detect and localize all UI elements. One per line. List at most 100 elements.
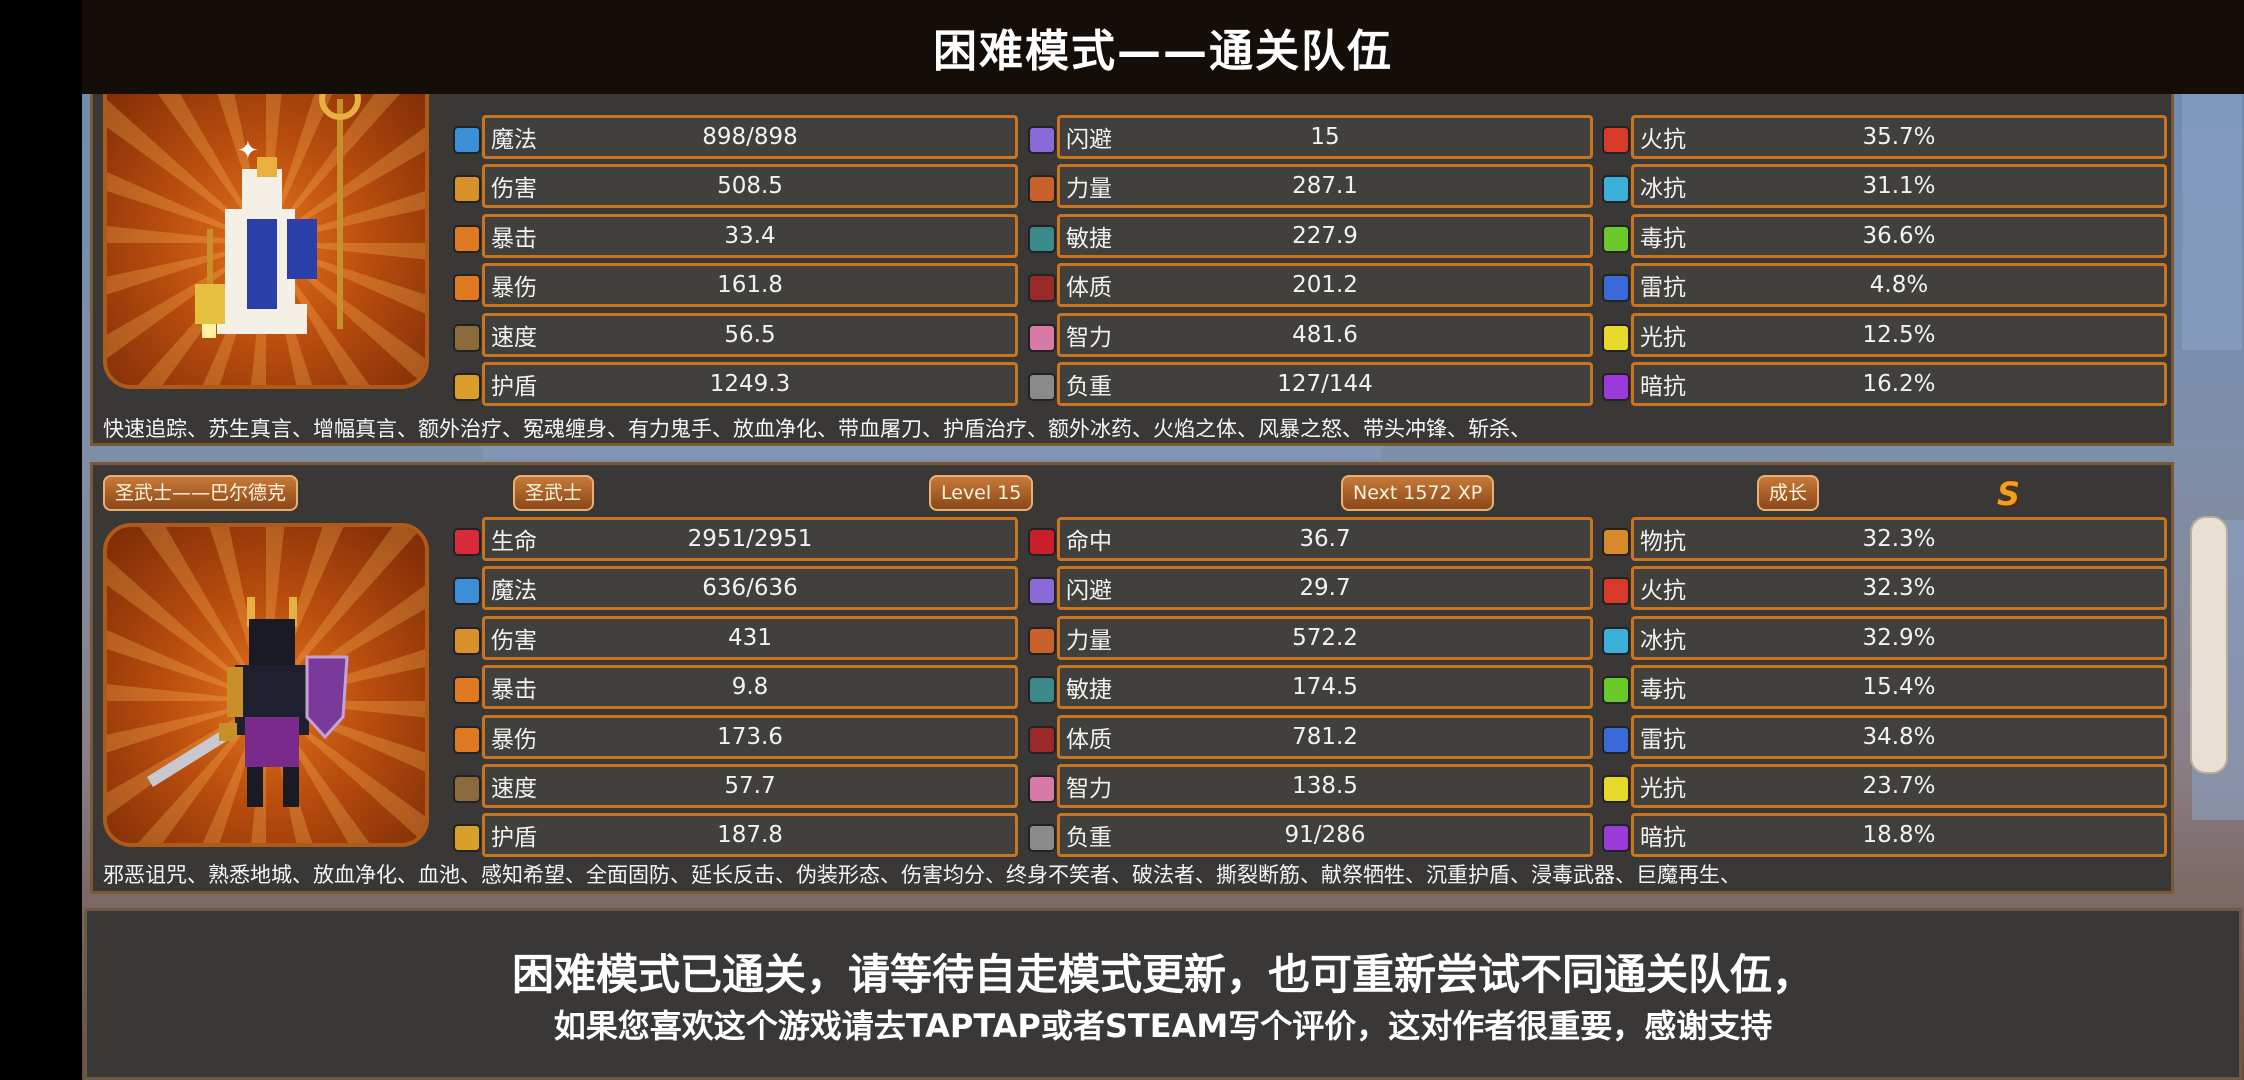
footer-message-box: 困难模式已通关，请等待自走模式更新，也可重新尝试不同通关队伍， 如果您喜欢这个游… — [84, 908, 2242, 1080]
strength-icon — [1028, 175, 1056, 204]
stat-row-agility[interactable]: 敏捷 174.5 — [1028, 665, 1593, 710]
stat-row-physical-resist[interactable]: 物抗 32.3% — [1602, 517, 2167, 561]
damage-icon — [453, 626, 481, 655]
stat-row-dodge[interactable]: 闪避 15 — [1028, 115, 1593, 159]
stat-value: 15.4% — [1862, 674, 1936, 701]
mana-icon — [453, 577, 481, 606]
agility-icon — [1028, 676, 1056, 705]
stat-row-crit-damage[interactable]: 暴伤 161.8 — [453, 263, 1018, 308]
hero-growth-tag[interactable]: 成长 — [1757, 475, 1820, 511]
stat-row-dark-resist[interactable]: 暗抗 16.2% — [1602, 362, 2167, 406]
stat-row-intelligence[interactable]: 智力 138.5 — [1028, 764, 1593, 808]
speed-icon — [453, 323, 481, 352]
hero-2-skills: 邪恶诅咒、熟悉地城、放血净化、血池、感知希望、全面固防、延长反击、伪装形态、伤害… — [103, 863, 1741, 887]
stat-row-strength[interactable]: 力量 287.1 — [1028, 164, 1593, 209]
stat-value: 16.2% — [1862, 371, 1936, 397]
stat-row-ice-resist[interactable]: 冰抗 31.1% — [1602, 164, 2167, 209]
stat-value: 201.2 — [1292, 272, 1358, 299]
stat-row-crit-damage[interactable]: 暴伤 173.6 — [453, 714, 1018, 759]
stat-row-thunder-resist[interactable]: 雷抗 34.8% — [1602, 714, 2167, 759]
scrollbar[interactable] — [2190, 516, 2228, 774]
stat-value: 36.6% — [1862, 222, 1936, 249]
stat-value: 508.5 — [717, 173, 783, 200]
dark-resist-icon — [1602, 824, 1630, 853]
ice-resist-icon — [1602, 626, 1630, 655]
stat-row-constitution[interactable]: 体质 781.2 — [1028, 714, 1593, 759]
stat-row-shield[interactable]: 护盾 187.8 — [453, 813, 1018, 858]
hero-class-tag[interactable]: 圣武士 — [513, 475, 595, 511]
intelligence-icon — [1028, 323, 1056, 352]
stat-value: 431 — [728, 624, 772, 651]
stat-row-weight[interactable]: 负重 91/286 — [1028, 813, 1593, 858]
stat-row-crit[interactable]: 暴击 33.4 — [453, 213, 1018, 258]
stat-row-poison-resist[interactable]: 毒抗 36.6% — [1602, 213, 2167, 258]
intelligence-icon — [1028, 775, 1056, 803]
shield-icon — [453, 373, 481, 401]
stat-row-damage[interactable]: 伤害 431 — [453, 615, 1018, 660]
stat-row-light-resist[interactable]: 光抗 12.5% — [1602, 312, 2167, 357]
stat-row-constitution[interactable]: 体质 201.2 — [1028, 263, 1593, 308]
dodge-icon — [1028, 126, 1056, 154]
weight-icon — [1028, 824, 1056, 853]
stat-row-ice-resist[interactable]: 冰抗 32.9% — [1602, 615, 2167, 660]
stat-value: 31.1% — [1862, 173, 1936, 200]
stat-value: 173.6 — [717, 723, 783, 750]
thunder-resist-icon — [1602, 274, 1630, 303]
stat-row-mana[interactable]: 魔法 898/898 — [453, 115, 1018, 159]
poison-resist-icon — [1602, 224, 1630, 253]
stat-value: 4.8% — [1869, 272, 1929, 299]
hero-name-tag[interactable]: 圣武士——巴尔德克 — [103, 475, 299, 511]
stat-row-speed[interactable]: 速度 57.7 — [453, 764, 1018, 808]
footer-line-2: 如果您喜欢这个游戏请去TAPTAP或者STEAM写个评价，这对作者很重要，感谢支… — [553, 1007, 1773, 1045]
hero-portrait-priest: ✦ — [103, 65, 429, 389]
stat-row-light-resist[interactable]: 光抗 23.7% — [1602, 764, 2167, 808]
stat-value: 187.8 — [717, 822, 783, 849]
light-resist-icon — [1602, 775, 1630, 803]
hero-card-2[interactable]: 圣武士——巴尔德克 圣武士 Level 15 Next 1572 XP 成长 S… — [90, 462, 2174, 894]
footer-line-1: 困难模式已通关，请等待自走模式更新，也可重新尝试不同通关队伍， — [511, 950, 1814, 999]
svg-text:✦: ✦ — [237, 136, 259, 166]
stat-value: 2951/2951 — [687, 526, 813, 552]
stat-row-poison-resist[interactable]: 毒抗 15.4% — [1602, 665, 2167, 710]
stat-row-crit[interactable]: 暴击 9.8 — [453, 665, 1018, 710]
stat-row-weight[interactable]: 负重 127/144 — [1028, 362, 1593, 406]
crit-icon — [453, 224, 481, 253]
hero-portrait-paladin — [103, 523, 429, 847]
fire-resist-icon — [1602, 126, 1630, 154]
stat-row-speed[interactable]: 速度 56.5 — [453, 312, 1018, 357]
stat-row-thunder-resist[interactable]: 雷抗 4.8% — [1602, 263, 2167, 308]
stat-row-fire-resist[interactable]: 火抗 35.7% — [1602, 115, 2167, 159]
damage-icon — [453, 175, 481, 204]
stat-value: 572.2 — [1292, 624, 1358, 651]
stat-value: 174.5 — [1292, 674, 1358, 701]
stat-row-fire-resist[interactable]: 火抗 32.3% — [1602, 566, 2167, 611]
hero-xp-tag: Next 1572 XP — [1341, 475, 1495, 511]
stat-value: 32.9% — [1862, 624, 1936, 651]
stat-value: 481.6 — [1292, 321, 1358, 348]
stat-row-strength[interactable]: 力量 572.2 — [1028, 615, 1593, 660]
stat-row-damage[interactable]: 伤害 508.5 — [453, 164, 1018, 209]
stat-row-health[interactable]: 生命 2951/2951 — [453, 517, 1018, 561]
stat-row-dodge[interactable]: 闪避 29.7 — [1028, 566, 1593, 611]
stat-value: 9.8 — [731, 674, 769, 701]
stat-value: 91/286 — [1284, 822, 1366, 849]
hero-card-1[interactable]: ✦ 快速追踪、苏生真言、增幅真言、额外治疗、冤魂缠身、有力鬼手、放血净化、带血屠… — [90, 60, 2174, 446]
stat-value: 34.8% — [1862, 723, 1936, 750]
stat-row-mana[interactable]: 魔法 636/636 — [453, 566, 1018, 611]
stat-row-accuracy[interactable]: 命中 36.7 — [1028, 517, 1593, 561]
shield-icon — [453, 824, 481, 853]
accuracy-icon — [1028, 528, 1056, 556]
stat-row-dark-resist[interactable]: 暗抗 18.8% — [1602, 813, 2167, 858]
dodge-icon — [1028, 577, 1056, 606]
mana-icon — [453, 126, 481, 154]
stat-value: 161.8 — [717, 272, 783, 299]
thunder-resist-icon — [1602, 725, 1630, 754]
stat-value: 287.1 — [1292, 173, 1358, 200]
stat-value: 1249.3 — [709, 371, 791, 397]
grade-badge: S — [1997, 475, 2021, 513]
constitution-icon — [1028, 725, 1056, 754]
stat-value: 127/144 — [1277, 371, 1373, 397]
stat-row-agility[interactable]: 敏捷 227.9 — [1028, 213, 1593, 258]
stat-row-intelligence[interactable]: 智力 481.6 — [1028, 312, 1593, 357]
stat-row-shield[interactable]: 护盾 1249.3 — [453, 362, 1018, 406]
